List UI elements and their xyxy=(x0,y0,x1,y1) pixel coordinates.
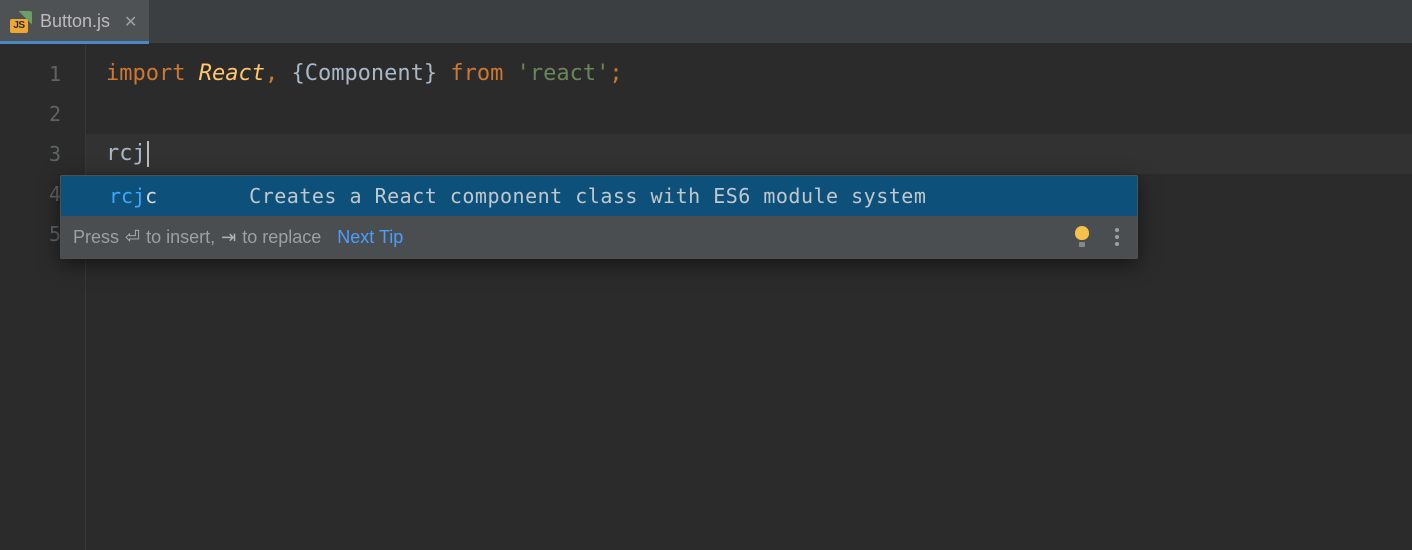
line-number: 4 xyxy=(0,174,61,214)
code-line-1: import React, {Component} from 'react'; xyxy=(106,54,1412,94)
code-line-2 xyxy=(106,94,1412,134)
line-number: 2 xyxy=(0,94,61,134)
line-number: 5 xyxy=(0,214,61,254)
next-tip-link[interactable]: Next Tip xyxy=(337,227,403,248)
autocomplete-description: Creates a React component class with ES6… xyxy=(249,184,926,208)
autocomplete-rest: c xyxy=(145,184,157,208)
autocomplete-match: rcj xyxy=(109,184,145,208)
code-line-3: rcj xyxy=(86,134,1412,174)
tab-bar: JS Button.js ✕ xyxy=(0,0,1412,44)
more-icon[interactable] xyxy=(1111,224,1123,250)
tab-key-icon: ⇥ xyxy=(221,227,236,248)
js-file-icon: JS xyxy=(10,11,32,33)
hint-press: Press xyxy=(73,227,119,248)
tab-button-js[interactable]: JS Button.js ✕ xyxy=(0,0,149,43)
hint-replace: to replace xyxy=(242,227,321,248)
code-area[interactable]: import React, {Component} from 'react'; … xyxy=(86,44,1412,550)
autocomplete-item[interactable]: rcjc Creates a React component class wit… xyxy=(61,176,1137,216)
line-number: 3 xyxy=(0,134,61,174)
line-gutter: 1 2 3 4 5 xyxy=(0,44,86,550)
editor: 1 2 3 4 5 import React, {Component} from… xyxy=(0,44,1412,550)
autocomplete-hint-bar: Press ⏎ to insert, ⇥ to replace Next Tip xyxy=(61,216,1137,258)
text-caret xyxy=(147,141,149,167)
line-number: 1 xyxy=(0,54,61,94)
autocomplete-popup: rcjc Creates a React component class wit… xyxy=(60,175,1138,259)
lightbulb-icon[interactable] xyxy=(1073,226,1091,248)
close-icon[interactable]: ✕ xyxy=(124,12,137,32)
enter-key-icon: ⏎ xyxy=(125,227,140,248)
tab-filename: Button.js xyxy=(40,11,110,32)
hint-insert: to insert, xyxy=(146,227,215,248)
